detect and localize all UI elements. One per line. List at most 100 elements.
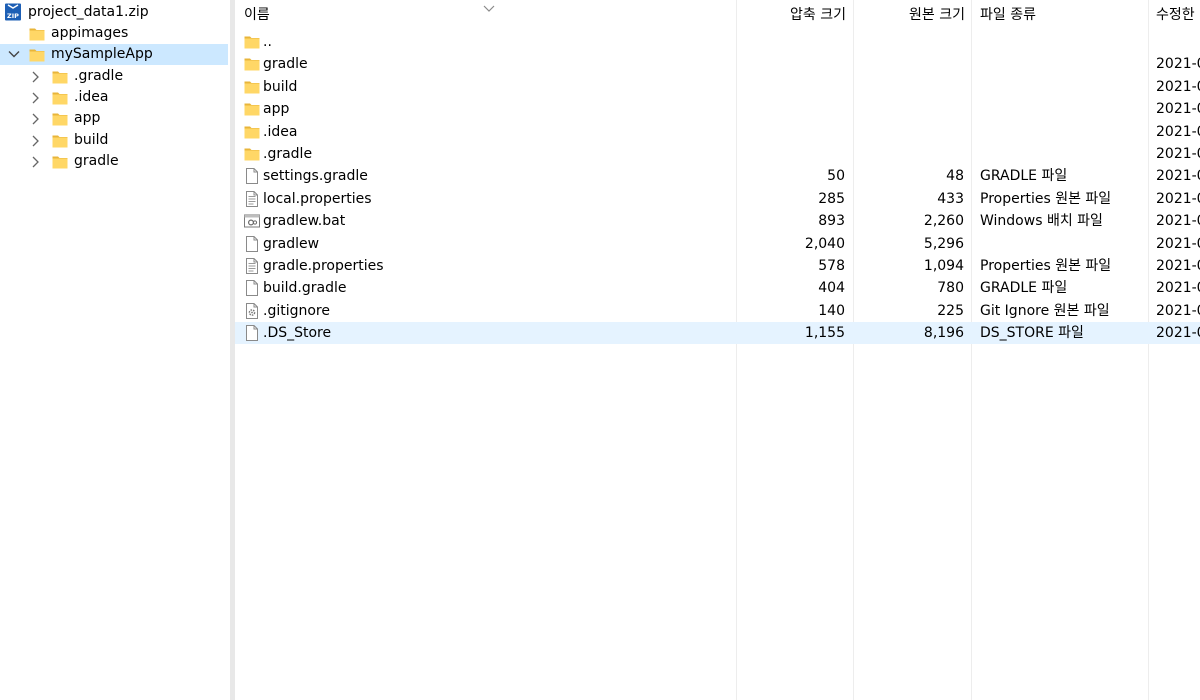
table-row[interactable]: gradlew 2,040 5,296 2021-0 bbox=[235, 233, 1200, 255]
original-size: 48 bbox=[946, 168, 964, 185]
tree-node-label: appimages bbox=[51, 25, 129, 41]
modified-date bbox=[1156, 31, 1200, 53]
file-name: .gitignore bbox=[263, 302, 330, 319]
column-original-header[interactable]: 원본 크기 bbox=[854, 0, 965, 31]
table-row[interactable]: .idea 2021-0 bbox=[235, 121, 1200, 143]
original-size bbox=[854, 76, 964, 98]
file-icon bbox=[243, 279, 261, 297]
modified-date: 2021-0 bbox=[1156, 101, 1200, 118]
chevron-right-icon[interactable] bbox=[29, 130, 43, 151]
original-size bbox=[854, 143, 964, 165]
tree-node[interactable]: appimages bbox=[0, 23, 228, 44]
compressed-size: 578 bbox=[818, 258, 845, 274]
folder-icon bbox=[243, 78, 261, 96]
file-name: settings.gradle bbox=[263, 168, 368, 185]
file-icon bbox=[243, 235, 261, 253]
file-name: build bbox=[263, 78, 298, 95]
file-name: app bbox=[263, 101, 290, 118]
modified-date: 2021-0 bbox=[1156, 235, 1200, 252]
tree-node-label: gradle bbox=[74, 152, 119, 169]
folder-icon bbox=[243, 145, 261, 163]
column-name-header[interactable]: 이름 bbox=[244, 0, 270, 31]
folder-icon bbox=[51, 132, 68, 149]
original-size: 225 bbox=[937, 302, 964, 319]
file-type: DS_STORE 파일 bbox=[980, 325, 1084, 342]
column-modified-header[interactable]: 수정한 bbox=[1156, 0, 1200, 31]
tree-node-label: .idea bbox=[74, 88, 109, 105]
modified-date: 2021-0 bbox=[1156, 123, 1200, 140]
folder-icon bbox=[51, 153, 68, 170]
compressed-size: 140 bbox=[818, 302, 845, 319]
tree-node[interactable]: app bbox=[0, 108, 228, 129]
column-header: 이름 압축 크기 원본 크기 파일 종류 수정한 bbox=[235, 0, 1200, 31]
original-size bbox=[854, 98, 964, 120]
file-name: .DS_Store bbox=[263, 325, 332, 342]
table-row[interactable]: local.properties 285 433 Properties 원본 파일 20… bbox=[235, 188, 1200, 210]
tree-node[interactable]: build bbox=[0, 130, 228, 151]
file-icon bbox=[243, 324, 261, 342]
tree-node[interactable]: .idea bbox=[0, 87, 228, 108]
original-size: 8,196 bbox=[923, 325, 964, 342]
column-type-header[interactable]: 파일 종류 bbox=[980, 0, 1036, 31]
modified-date: 2021-0 bbox=[1156, 213, 1200, 230]
modified-date: 2021-0 bbox=[1156, 168, 1200, 185]
file-name: gradle bbox=[263, 56, 308, 73]
chevron-right-icon[interactable] bbox=[29, 151, 43, 172]
table-row[interactable]: gradlew.bat 893 2,260 Windows 배치 파일 2021-0 bbox=[235, 210, 1200, 232]
table-row[interactable]: app 2021-0 bbox=[235, 98, 1200, 120]
table-row[interactable]: gradle 2021-0 bbox=[235, 53, 1200, 75]
original-size: 433 bbox=[937, 190, 964, 207]
compressed-size: 50 bbox=[827, 168, 845, 185]
table-row[interactable]: .gradle 2021-0 bbox=[235, 143, 1200, 165]
compressed-size bbox=[735, 98, 845, 120]
table-row[interactable]: build 2021-0 bbox=[235, 76, 1200, 98]
tree-node-label: build bbox=[74, 131, 109, 148]
file-type: Properties 원본 파일 bbox=[980, 190, 1112, 207]
compressed-size bbox=[735, 121, 845, 143]
original-size: 1,094 bbox=[923, 258, 964, 274]
chevron-right-icon[interactable] bbox=[29, 87, 43, 108]
table-row[interactable]: .DS_Store 1,155 8,196 DS_STORE 파일 2021-0 bbox=[235, 322, 1200, 345]
table-row[interactable]: gradle.properties 578 1,094 Properties 원본 파… bbox=[235, 255, 1200, 277]
file-type: Git Ignore 원본 파일 bbox=[980, 302, 1110, 319]
compressed-size bbox=[735, 53, 845, 75]
compressed-size: 1,155 bbox=[804, 325, 845, 342]
tree-node-label: .gradle bbox=[74, 67, 124, 84]
tree-root[interactable]: ZIP project_data1.zip bbox=[0, 2, 228, 23]
file-type: Windows 배치 파일 bbox=[980, 213, 1103, 230]
chevron-down-icon[interactable] bbox=[6, 44, 20, 65]
tree-node[interactable]: .gradle bbox=[0, 66, 228, 87]
table-row[interactable]: build.gradle 404 780 GRADLE 파일 2021-0 bbox=[235, 277, 1200, 299]
chevron-right-icon[interactable] bbox=[29, 108, 43, 129]
tree-node-label: app bbox=[74, 110, 101, 127]
modified-date: 2021-0 bbox=[1156, 146, 1200, 162]
modified-date: 2021-0 bbox=[1156, 325, 1200, 342]
folder-icon bbox=[51, 68, 68, 85]
compressed-size bbox=[735, 143, 845, 165]
modified-date: 2021-0 bbox=[1156, 78, 1200, 95]
file-name: gradlew bbox=[263, 235, 320, 252]
folder-icon bbox=[243, 33, 261, 51]
table-row[interactable]: .gitignore 140 225 Git Ignore 원본 파일 2021-0 bbox=[235, 300, 1200, 322]
modified-date: 2021-0 bbox=[1156, 56, 1200, 73]
compressed-size bbox=[735, 31, 845, 53]
tree-node[interactable]: mySampleApp bbox=[0, 44, 228, 66]
original-size: 2,260 bbox=[923, 213, 964, 230]
original-size: 5,296 bbox=[923, 235, 964, 252]
folder-icon bbox=[28, 25, 45, 42]
table-row[interactable]: settings.gradle 50 48 GRADLE 파일 2021-0 bbox=[235, 165, 1200, 187]
folder-icon bbox=[243, 123, 261, 141]
file-name: local.properties bbox=[263, 190, 372, 207]
folder-icon bbox=[51, 110, 68, 127]
original-size bbox=[854, 31, 964, 53]
tree-node[interactable]: gradle bbox=[0, 151, 228, 172]
original-size bbox=[854, 121, 964, 143]
compressed-size: 285 bbox=[818, 190, 845, 207]
folder-icon bbox=[243, 100, 261, 118]
file-name: build.gradle bbox=[263, 280, 347, 297]
column-compressed-header[interactable]: 압축 크기 bbox=[735, 0, 846, 31]
table-row[interactable]: .. bbox=[235, 31, 1200, 53]
chevron-right-icon[interactable] bbox=[29, 66, 43, 87]
modified-date: 2021-0 bbox=[1156, 258, 1200, 274]
text-file-icon bbox=[243, 190, 261, 208]
